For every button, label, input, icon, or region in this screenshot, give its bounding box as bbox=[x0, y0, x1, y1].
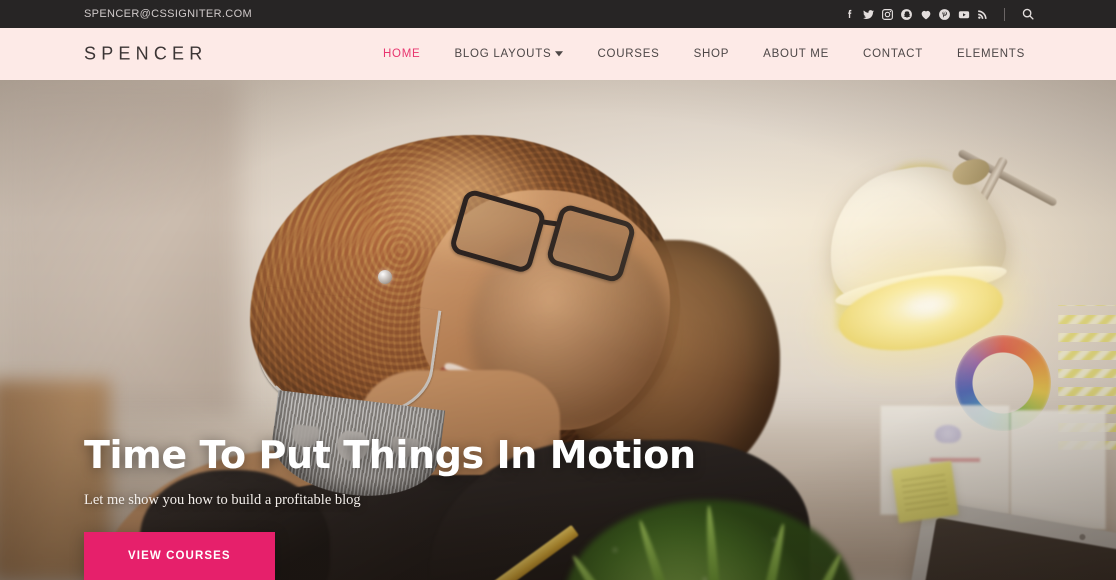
main-navigation: HOME BLOG LAYOUTS COURSES SHOP ABOUT ME … bbox=[366, 48, 1042, 60]
nav-item-blog-layouts[interactable]: BLOG LAYOUTS bbox=[437, 48, 580, 60]
youtube-icon[interactable] bbox=[954, 4, 973, 24]
nav-label: SHOP bbox=[693, 48, 730, 60]
nav-item-courses[interactable]: COURSES bbox=[580, 48, 676, 60]
nav-label: ELEMENTS bbox=[957, 48, 1025, 60]
nav-item-about-me[interactable]: ABOUT ME bbox=[746, 48, 846, 60]
view-courses-button[interactable]: VIEW COURSES bbox=[84, 532, 275, 580]
top-bar-divider bbox=[1004, 7, 1005, 21]
hero-title: Time To Put Things In Motion bbox=[84, 433, 696, 478]
top-bar-right-group bbox=[840, 4, 1038, 24]
facebook-icon[interactable] bbox=[840, 4, 859, 24]
nav-label: ABOUT ME bbox=[763, 48, 830, 60]
site-header: SPENCER HOME BLOG LAYOUTS COURSES SHOP A… bbox=[0, 28, 1116, 80]
nav-item-contact[interactable]: CONTACT bbox=[846, 48, 940, 60]
snapchat-icon[interactable] bbox=[897, 4, 916, 24]
instagram-icon[interactable] bbox=[878, 4, 897, 24]
nav-label: COURSES bbox=[597, 48, 660, 60]
hero-section: Time To Put Things In Motion Let me show… bbox=[0, 80, 1116, 580]
nav-label: HOME bbox=[382, 48, 421, 60]
top-bar: SPENCER@CSSIGNITER.COM bbox=[0, 0, 1116, 28]
hero-subtitle: Let me show you how to build a profitabl… bbox=[84, 492, 361, 508]
nav-label: CONTACT bbox=[863, 48, 923, 60]
nav-label: BLOG LAYOUTS bbox=[454, 48, 552, 60]
search-icon[interactable] bbox=[1018, 4, 1038, 24]
rss-icon[interactable] bbox=[973, 4, 992, 24]
nav-item-home[interactable]: HOME bbox=[366, 48, 438, 60]
site-logo[interactable]: SPENCER bbox=[84, 44, 207, 65]
nav-item-elements[interactable]: ELEMENTS bbox=[940, 48, 1042, 60]
hero-content: Time To Put Things In Motion Let me show… bbox=[84, 434, 984, 580]
chevron-down-icon bbox=[555, 51, 564, 59]
pinterest-icon[interactable] bbox=[935, 4, 954, 24]
nav-item-shop[interactable]: SHOP bbox=[677, 48, 747, 60]
bloglovin-heart-icon[interactable] bbox=[916, 4, 935, 24]
twitter-icon[interactable] bbox=[859, 4, 878, 24]
contact-email-link[interactable]: SPENCER@CSSIGNITER.COM bbox=[84, 8, 252, 20]
